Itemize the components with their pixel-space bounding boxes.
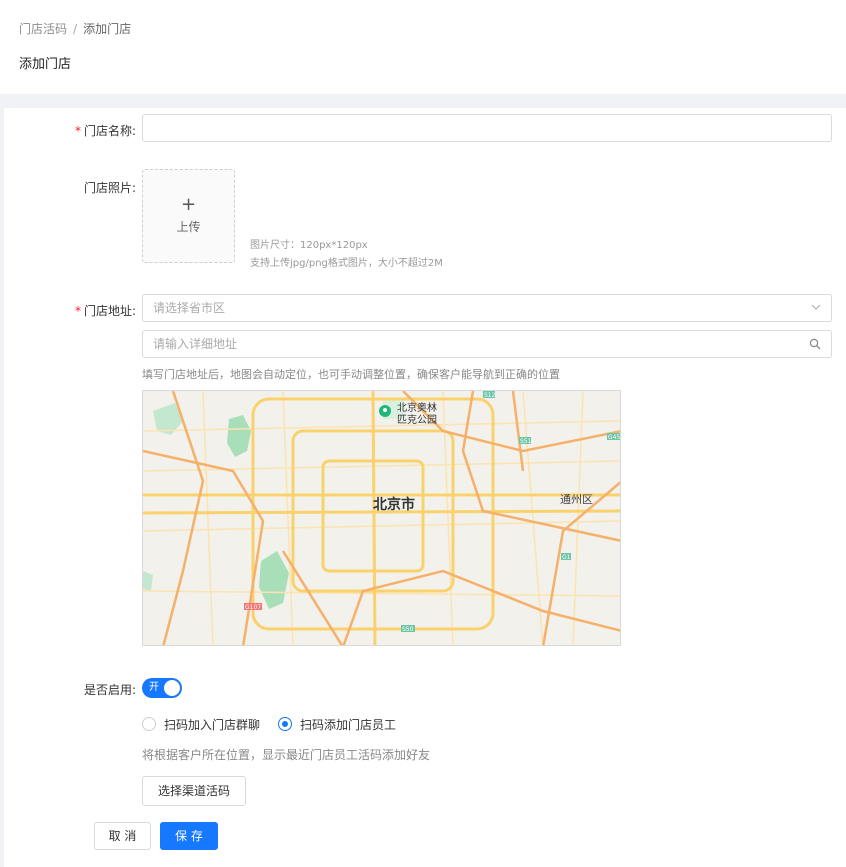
radio-circle-checked	[278, 717, 292, 731]
location-map[interactable]: S12 S51 G45 G1 G107 S50 北京奥林 匹克公园 北京市 通州…	[142, 390, 621, 646]
detail-address-input[interactable]: 请输入详细地址	[142, 330, 832, 358]
radio-add-staff-label: 扫码添加门店员工	[300, 717, 397, 732]
store-name-label: * 门店名称:	[16, 122, 136, 139]
upload-label: 上传	[176, 220, 201, 234]
radio-join-group[interactable]: 扫码加入门店群聊	[142, 716, 260, 732]
enable-label-text: 是否启用:	[83, 683, 136, 697]
photo-format-hint: 支持上传jpg/png格式图片，大小不超过2M	[250, 258, 443, 269]
road-badge: G107	[245, 604, 261, 611]
address-hint: 填写门店地址后，地图会自动定位，也可手动调整位置，确保客户能导航到正确的位置	[142, 368, 560, 381]
mode-hint: 将根据客户所在位置，显示最近门店员工活码添加好友	[142, 748, 431, 762]
cancel-button[interactable]: 取 消	[94, 822, 151, 850]
breadcrumb-item-add-store: 添加门店	[83, 22, 132, 36]
breadcrumb-separator: /	[73, 22, 78, 36]
store-address-label: * 门店地址:	[16, 302, 136, 319]
map-canvas: S12 S51 G45 G1 G107 S50 北京奥林 匹克公园 北京市 通州…	[143, 391, 620, 645]
map-city-label: 北京市	[373, 496, 415, 513]
switch-knob	[164, 680, 180, 696]
road-badge: G1	[562, 554, 571, 561]
required-mark: *	[74, 124, 81, 138]
breadcrumb-item-store-qrcode[interactable]: 门店活码	[19, 22, 67, 36]
store-name-label-text: 门店名称:	[83, 124, 136, 138]
plus-icon: +	[180, 194, 197, 215]
detail-address-placeholder: 请输入详细地址	[153, 337, 238, 351]
select-channel-code-button[interactable]: 选择渠道活码	[142, 776, 246, 806]
form-panel: * 门店名称: 门店照片: + 上传 图片尺寸：120px*120px 支持上传j…	[4, 108, 846, 867]
page-header: 门店活码 / 添加门店 添加门店	[0, 0, 846, 94]
photo-upload-button[interactable]: + 上传	[142, 169, 235, 263]
poi-label-line2: 匹克公园	[397, 414, 437, 426]
chevron-down-icon	[811, 304, 821, 310]
map-district-label: 通州区	[560, 493, 593, 506]
enable-label: 是否启用:	[16, 681, 136, 698]
save-button[interactable]: 保 存	[160, 822, 218, 850]
enable-switch[interactable]: 开	[142, 678, 182, 698]
radio-circle	[142, 717, 156, 731]
page-title: 添加门店	[19, 57, 72, 72]
road-badge: S50	[402, 626, 414, 633]
region-placeholder: 请选择省市区	[153, 301, 226, 315]
poi-label-line1: 北京奥林	[397, 401, 437, 414]
store-photo-label: 门店照片:	[16, 179, 136, 196]
road-badge: S51	[520, 438, 532, 445]
store-name-input[interactable]	[142, 114, 832, 142]
road-badge: G45	[608, 434, 620, 441]
switch-text: 开	[149, 682, 159, 693]
road-badge: S12	[484, 392, 496, 399]
store-address-label-text: 门店地址:	[83, 304, 136, 318]
breadcrumb: 门店活码 / 添加门店	[19, 20, 131, 37]
radio-join-group-label: 扫码加入门店群聊	[164, 717, 261, 732]
radio-add-staff[interactable]: 扫码添加门店员工	[278, 716, 396, 732]
search-icon[interactable]	[809, 338, 821, 350]
region-select[interactable]: 请选择省市区	[142, 294, 832, 322]
photo-size-hint: 图片尺寸：120px*120px	[250, 240, 368, 251]
required-mark: *	[74, 304, 81, 318]
store-photo-label-text: 门店照片:	[83, 181, 136, 195]
